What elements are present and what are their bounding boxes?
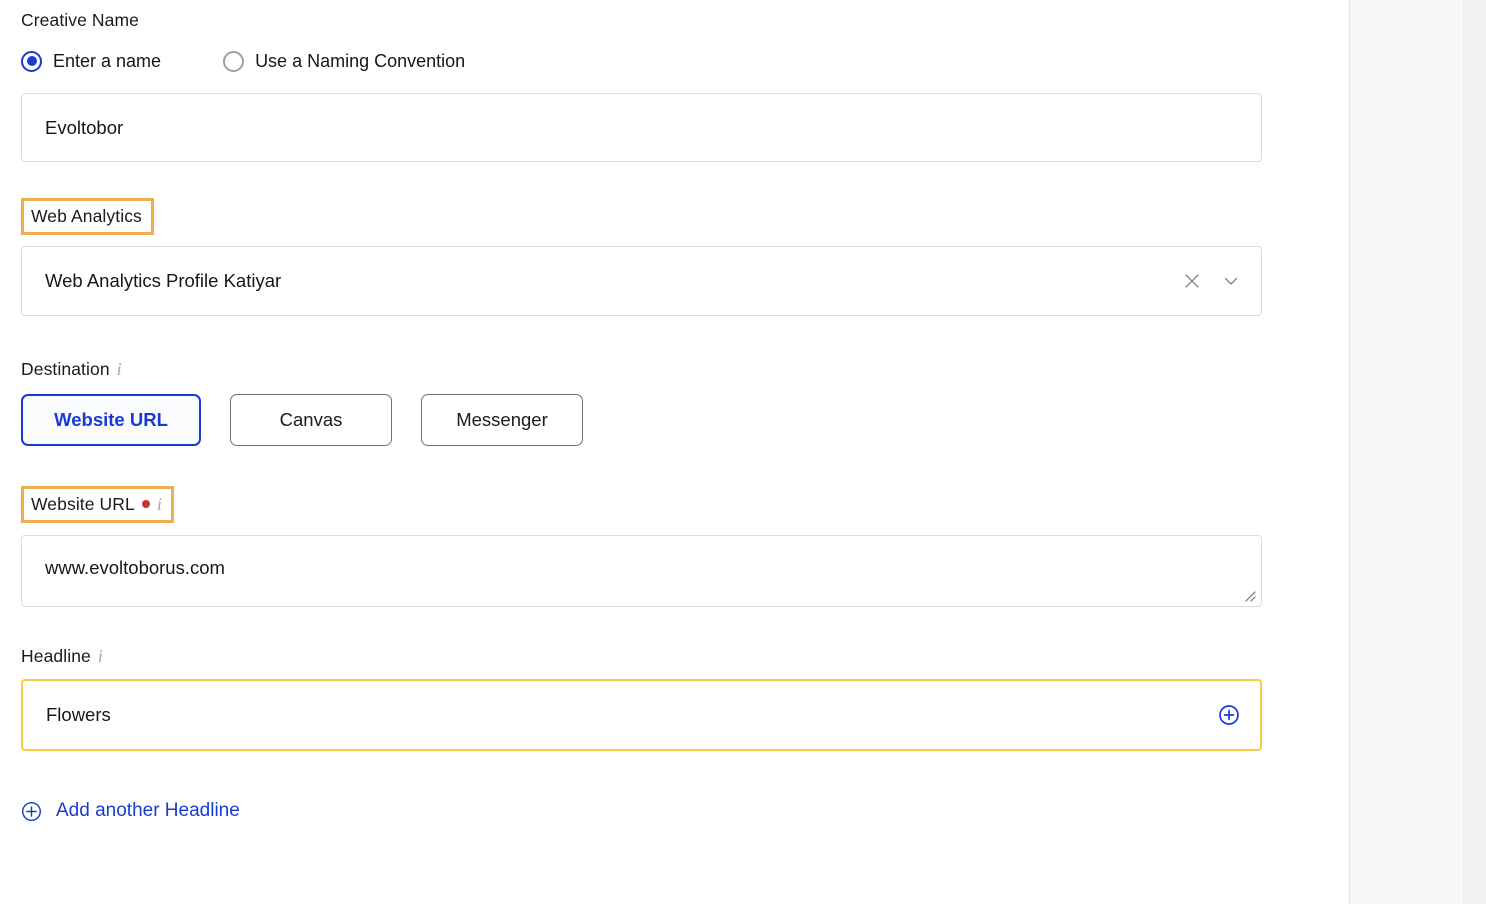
- website-url-label-highlight: Website URL i: [21, 486, 174, 523]
- web-analytics-select-icons: [1182, 271, 1241, 291]
- web-analytics-select[interactable]: Web Analytics Profile Katiyar: [21, 246, 1262, 316]
- radio-selected-icon[interactable]: [21, 50, 42, 72]
- right-panel-secondary: [1464, 0, 1486, 904]
- creative-name-input[interactable]: Evoltobor: [21, 93, 1262, 162]
- creative-name-input-value: Evoltobor: [45, 116, 124, 138]
- headline-input[interactable]: Flowers: [21, 679, 1262, 751]
- plus-circle-icon[interactable]: [1218, 704, 1240, 726]
- destination-label: Destination: [21, 359, 110, 379]
- headline-input-value: Flowers: [46, 704, 111, 725]
- add-another-headline-button[interactable]: Add another Headline: [21, 800, 240, 822]
- resize-grip-icon[interactable]: [1242, 588, 1256, 602]
- website-url-label: Website URL: [31, 494, 135, 514]
- creative-form-screen: Creative Name Enter a name Use a Naming …: [0, 0, 1486, 904]
- creative-name-radio-group: Enter a name Use a Naming Convention: [21, 50, 1328, 72]
- headline-section: Headline i Flowers Add another Headline: [21, 645, 1328, 827]
- info-icon[interactable]: i: [98, 647, 103, 665]
- web-analytics-label: Web Analytics: [31, 206, 142, 226]
- website-url-label-row: Website URL i: [31, 493, 162, 515]
- headline-label-row: Headline i: [21, 645, 103, 667]
- radio-enter-a-name[interactable]: Enter a name: [21, 50, 161, 72]
- destination-button-group: Website URL Canvas Messenger: [21, 394, 1328, 446]
- info-icon[interactable]: i: [117, 360, 122, 378]
- website-url-textarea-value: www.evoltoborus.com: [45, 557, 225, 578]
- radio-use-naming-convention-label: Use a Naming Convention: [255, 51, 466, 71]
- radio-use-naming-convention[interactable]: Use a Naming Convention: [223, 50, 465, 72]
- add-another-headline-label: Add another Headline: [56, 800, 240, 821]
- chevron-down-icon[interactable]: [1221, 271, 1241, 291]
- right-panel-primary: [1350, 0, 1463, 904]
- web-analytics-section: Web Analytics Web Analytics Profile Kati…: [21, 198, 1328, 316]
- creative-name-label: Creative Name: [21, 10, 140, 30]
- creative-form-pane: Creative Name Enter a name Use a Naming …: [0, 0, 1349, 904]
- destination-label-row: Destination i: [21, 358, 122, 380]
- plus-circle-icon: [22, 801, 41, 821]
- destination-button-website-url[interactable]: Website URL: [21, 394, 201, 446]
- radio-unselected-icon[interactable]: [223, 50, 245, 72]
- website-url-section: Website URL i www.evoltoborus.com: [21, 486, 1328, 607]
- destination-section: Destination i Website URL Canvas Messeng…: [21, 358, 1328, 446]
- destination-button-canvas[interactable]: Canvas: [230, 394, 392, 446]
- close-icon[interactable]: [1182, 271, 1202, 291]
- headline-label: Headline: [21, 646, 91, 666]
- destination-button-messenger[interactable]: Messenger: [421, 394, 583, 446]
- web-analytics-label-highlight: Web Analytics: [21, 198, 154, 235]
- web-analytics-select-value: Web Analytics Profile Katiyar: [45, 270, 282, 291]
- creative-name-section: Creative Name Enter a name Use a Naming …: [21, 0, 1328, 162]
- required-indicator-dot: [141, 500, 150, 508]
- right-rail: [1349, 0, 1486, 904]
- info-icon[interactable]: i: [157, 495, 162, 513]
- radio-enter-a-name-label: Enter a name: [53, 51, 162, 71]
- website-url-textarea[interactable]: www.evoltoborus.com: [21, 535, 1262, 607]
